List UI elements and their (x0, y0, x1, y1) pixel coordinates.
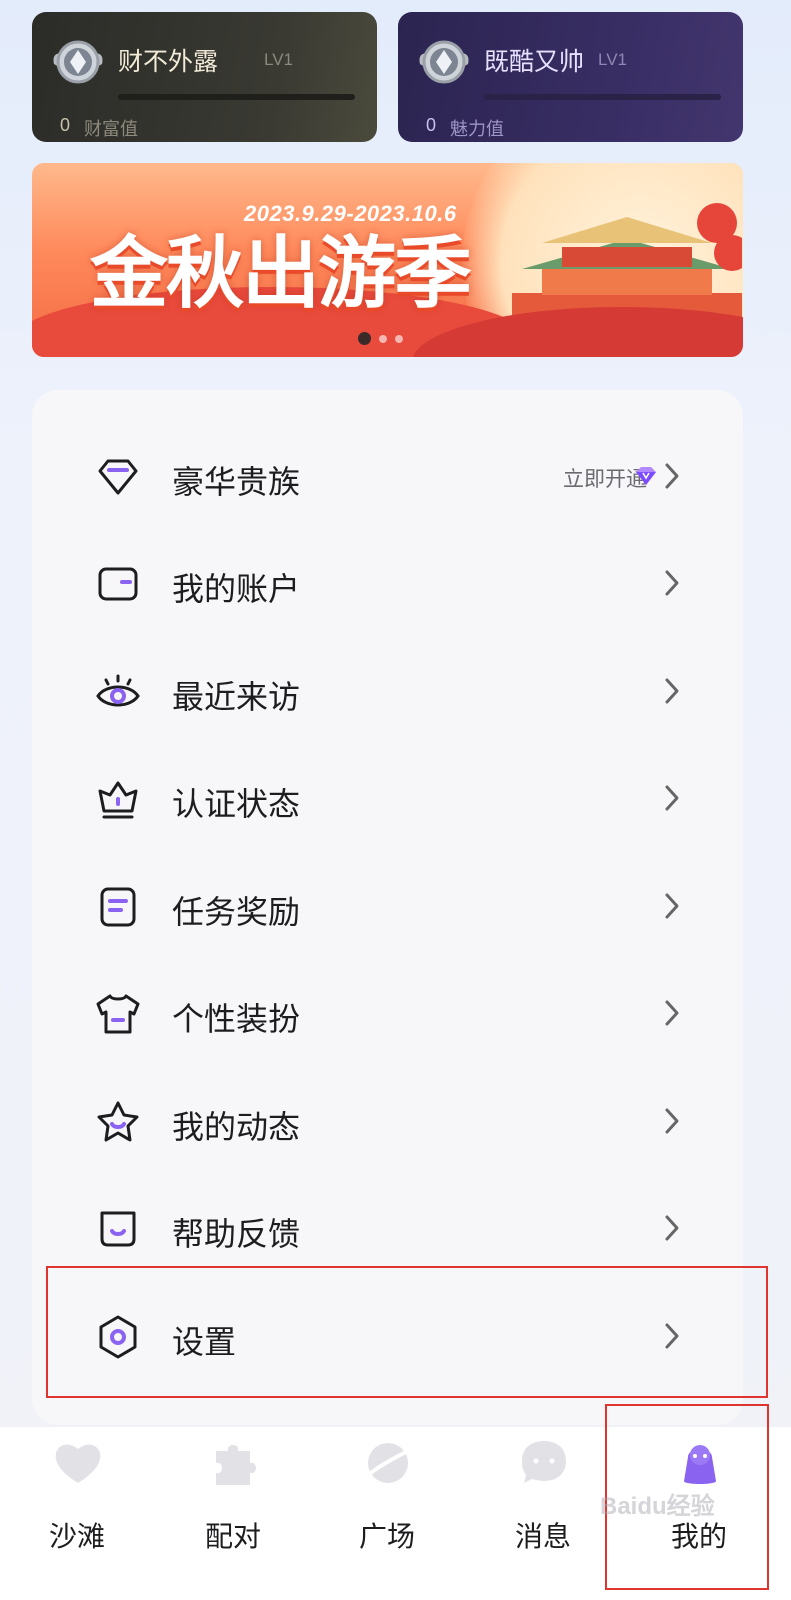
eye-icon (96, 674, 140, 707)
wealth-progress-bar (118, 94, 355, 100)
chevron-right-icon (665, 1000, 679, 1026)
menu-item-visitors[interactable]: 最近来访 (32, 638, 743, 745)
chevron-right-icon (665, 463, 679, 489)
chevron-right-icon (665, 1323, 679, 1349)
crown-icon (98, 781, 138, 819)
charm-nickname: 既酷又帅 (484, 48, 585, 76)
menu-item-label: 认证状态 (172, 786, 301, 822)
wealth-card[interactable]: 财不外露 LV1 0 财富值 (32, 12, 377, 142)
wealth-value-label: 财富值 (84, 119, 138, 139)
chevron-right-icon (665, 1215, 679, 1241)
menu-item-account[interactable]: 我的账户 (32, 530, 743, 637)
menu-item-settings[interactable]: 设置 (32, 1283, 743, 1390)
charm-level: LV1 (598, 50, 627, 69)
menu-item-label: 我的账户 (172, 571, 301, 607)
menu-item-verification[interactable]: 认证状态 (32, 745, 743, 852)
charm-value-label: 魅力值 (450, 119, 504, 139)
menu-item-help[interactable]: 帮助反馈 (32, 1175, 743, 1282)
wealth-level: LV1 (264, 50, 293, 69)
profile-icon (684, 1445, 716, 1484)
tab-label: 广场 (358, 1521, 415, 1552)
menu-item-tasks[interactable]: 任务奖励 (32, 853, 743, 960)
carousel-dot[interactable] (379, 334, 387, 343)
chevron-right-icon (665, 1108, 679, 1134)
wealth-value: 0 (60, 115, 71, 135)
menu-item-label: 个性装扮 (172, 1001, 301, 1037)
charm-card[interactable]: 既酷又帅 LV1 0 魅力值 (398, 12, 743, 142)
medal-icon (53, 40, 103, 84)
tab-match[interactable]: 配对 (168, 1427, 298, 1567)
tab-messages[interactable]: 消息 (478, 1427, 608, 1567)
carousel-dot-active[interactable] (358, 332, 371, 345)
tab-label: 我的 (670, 1521, 727, 1552)
menu-item-label: 最近来访 (172, 679, 301, 715)
banner-title: 金秋出游季 (90, 229, 472, 319)
menu-item-vip[interactable]: 豪华贵族 立即开通 (32, 423, 743, 530)
menu-list: 豪华贵族 立即开通 我的账户 最近来访 认证状态 任务奖励 个性装扮 我的动态 … (32, 390, 743, 1425)
wealth-nickname: 财不外露 (118, 48, 219, 76)
chevron-right-icon (665, 678, 679, 704)
puzzle-icon (216, 1445, 256, 1485)
chevron-right-icon (665, 785, 679, 811)
diamond-outline-icon (98, 459, 138, 495)
watermark-text: Baidu经验 (600, 1493, 715, 1520)
heart-icon (55, 1444, 101, 1483)
purple-gem-icon (636, 467, 656, 485)
carousel-dot[interactable] (395, 334, 403, 343)
tab-square[interactable]: 广场 (322, 1427, 452, 1567)
menu-item-dressup[interactable]: 个性装扮 (32, 960, 743, 1067)
carousel-indicator[interactable] (358, 332, 403, 345)
wallet-icon (98, 567, 138, 601)
task-list-icon (100, 887, 136, 927)
menu-item-label: 任务奖励 (172, 894, 301, 930)
tab-beach[interactable]: 沙滩 (12, 1427, 142, 1567)
star-icon (97, 1101, 139, 1142)
help-feedback-icon (100, 1211, 136, 1247)
tab-label: 配对 (204, 1521, 261, 1552)
menu-item-moments[interactable]: 我的动态 (32, 1068, 743, 1175)
medal-icon (419, 40, 469, 84)
hexagon-settings-icon (99, 1315, 137, 1359)
charm-value: 0 (426, 115, 437, 135)
tab-label: 沙滩 (48, 1521, 105, 1552)
planet-icon (366, 1443, 409, 1483)
chat-bubble-icon (522, 1441, 566, 1483)
menu-item-label: 豪华贵族 (172, 464, 301, 500)
tab-label: 消息 (514, 1521, 571, 1552)
promo-banner[interactable]: 2023.9.29-2023.10.6 金秋出游季 (32, 163, 743, 357)
shirt-icon (96, 994, 140, 1034)
chevron-right-icon (665, 570, 679, 596)
menu-item-label: 设置 (172, 1324, 237, 1360)
chevron-right-icon (665, 893, 679, 919)
charm-progress-bar (484, 94, 721, 100)
menu-item-label: 帮助反馈 (172, 1216, 301, 1252)
menu-item-label: 我的动态 (172, 1109, 301, 1145)
